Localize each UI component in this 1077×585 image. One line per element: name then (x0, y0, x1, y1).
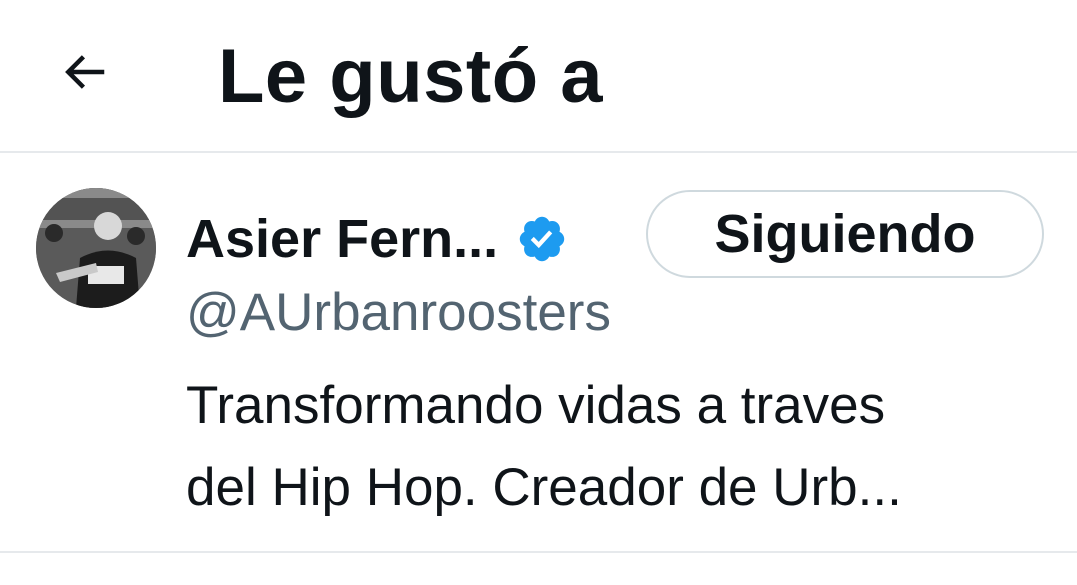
name-line: Asier Fern... (186, 203, 568, 275)
top-bar: Le gustó a (0, 0, 1077, 153)
verified-badge-icon (516, 213, 568, 265)
user-bio: Transformando vidas a traves del Hip Hop… (186, 365, 1046, 529)
arrow-left-icon (65, 55, 105, 89)
following-button[interactable]: Siguiendo (646, 190, 1044, 278)
back-button[interactable] (48, 36, 120, 108)
user-handle: @AUrbanroosters (186, 283, 611, 342)
page-title: Le gustó a (218, 34, 604, 119)
avatar[interactable] (36, 188, 156, 308)
bio-line: del Hip Hop. Creador de Urb... (186, 458, 902, 517)
bio-line: Transformando vidas a traves (186, 376, 886, 435)
display-name[interactable]: Asier Fern... (186, 207, 498, 271)
user-cell[interactable]: Asier Fern... Siguiendo @AUrbanroosters … (0, 155, 1077, 553)
